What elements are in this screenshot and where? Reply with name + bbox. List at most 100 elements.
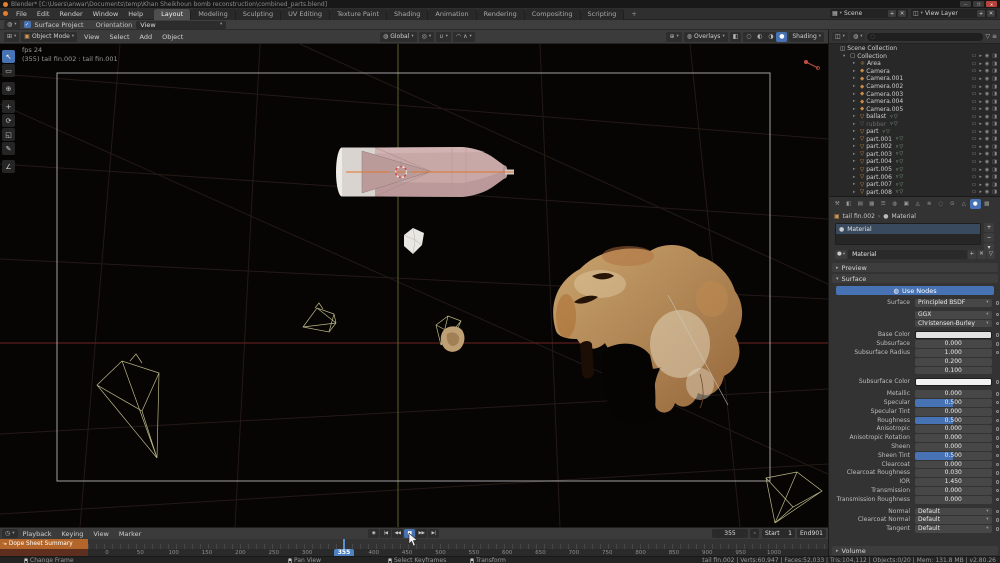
search-input[interactable]: ◌ — [867, 33, 983, 41]
selectable-icon[interactable]: ▸ — [979, 174, 982, 180]
properties-tab-material[interactable]: ● — [970, 199, 981, 209]
minimize-icon[interactable]: — — [960, 1, 971, 7]
hide-eye-icon[interactable]: ◉ — [985, 91, 989, 97]
workspace-tab-rendering[interactable]: Rendering — [477, 9, 525, 20]
remove-slot-button[interactable]: − — [984, 233, 994, 242]
orientation-dropdown[interactable]: View ▾ — [136, 21, 226, 29]
disclosure-icon[interactable]: ▸ — [853, 152, 858, 157]
render-visibility-icon[interactable]: ◨ — [992, 182, 997, 188]
keyframe-dot[interactable] — [996, 510, 1000, 514]
workspace-tab-layout[interactable]: Layout — [154, 9, 191, 20]
selectable-icon[interactable]: ▸ — [979, 136, 982, 142]
outliner-row-part-002[interactable]: ▸▽part.002▿▽▭▸◉◨ — [829, 143, 1000, 151]
add-view-layer-button[interactable]: + — [977, 10, 985, 17]
hide-eye-icon[interactable]: ◉ — [985, 84, 989, 90]
keyframe-dot[interactable] — [996, 454, 1000, 458]
render-visibility-icon[interactable]: ◨ — [992, 129, 997, 135]
camera-wireframe-2[interactable] — [97, 354, 159, 458]
hide-eye-icon[interactable]: ◉ — [985, 174, 989, 180]
selectable-icon[interactable]: ▸ — [979, 106, 982, 112]
material-shading-icon[interactable]: ◑ — [765, 32, 776, 42]
vector-field[interactable]: 1.000 — [915, 349, 992, 357]
keyframe-dot[interactable] — [996, 463, 1000, 467]
render-visibility-icon[interactable]: ◨ — [992, 106, 997, 112]
outliner-row-part-004[interactable]: ▸▽part.004▿▽▭▸◉◨ — [829, 158, 1000, 166]
keyframe-dot[interactable] — [996, 445, 1000, 449]
panel-surface[interactable]: ▾Surface — [832, 274, 998, 283]
properties-tab-view-layer[interactable]: ▦ — [867, 199, 878, 209]
restrict-viewport-icon[interactable]: ▭ — [972, 53, 977, 59]
wireframe-shading-icon[interactable]: ○ — [743, 32, 754, 42]
outliner-row-part-003[interactable]: ▸▽part.003▿▽▭▸◉◨ — [829, 151, 1000, 159]
outliner-row-camera-002[interactable]: ▸◆Camera.002▭▸◉◨ — [829, 83, 1000, 91]
selectable-icon[interactable]: ▸ — [979, 189, 982, 195]
menu-render[interactable]: Render — [54, 10, 87, 18]
selectable-icon[interactable]: ▸ — [979, 99, 982, 105]
tool-select-box-button[interactable]: ▭ — [2, 64, 15, 77]
disclosure-icon[interactable]: ▸ — [853, 76, 858, 81]
selectable-icon[interactable]: ▸ — [979, 84, 982, 90]
menu-edit[interactable]: Edit — [32, 10, 55, 18]
outliner-options-icon[interactable]: ≡ — [992, 33, 997, 40]
keyframe-dot[interactable] — [996, 436, 1000, 440]
color-swatch[interactable] — [915, 331, 992, 339]
keyframe-dot[interactable] — [996, 342, 1000, 346]
dropdown-field[interactable]: Principled BSDF▾ — [915, 299, 992, 307]
disclosure-icon[interactable]: ▸ — [853, 182, 858, 187]
render-visibility-icon[interactable]: ◨ — [992, 144, 997, 150]
hide-eye-icon[interactable]: ◉ — [985, 76, 989, 82]
breadcrumb-material[interactable]: Material — [892, 213, 916, 220]
render-visibility-icon[interactable]: ◨ — [992, 91, 997, 97]
workspace-add-button[interactable]: + — [624, 9, 643, 20]
restrict-viewport-icon[interactable]: ▭ — [972, 151, 977, 157]
close-icon[interactable]: ✕ — [986, 1, 997, 7]
hide-eye-icon[interactable]: ◉ — [985, 106, 989, 112]
mode-dropdown[interactable]: ▣ Object Mode▾ — [21, 32, 77, 42]
outliner-row-camera-003[interactable]: ▸◆Camera.003▭▸◉◨ — [829, 90, 1000, 98]
outliner-display-mode-icon[interactable]: ◍▾ — [850, 32, 866, 41]
viewport-menu-view[interactable]: View — [79, 33, 104, 41]
vector-field[interactable]: 0.100 — [915, 367, 992, 375]
color-swatch[interactable] — [915, 378, 992, 386]
dropdown-field[interactable]: GGX▾ — [915, 311, 992, 319]
keyframe-dot[interactable] — [996, 401, 1000, 405]
workspace-tab-shading[interactable]: Shading — [387, 9, 428, 20]
render-visibility-icon[interactable]: ◨ — [992, 121, 997, 127]
selectable-icon[interactable]: ▸ — [979, 167, 982, 173]
viewport-menu-add[interactable]: Add — [135, 33, 158, 41]
slider-field[interactable]: 0.500 — [915, 417, 992, 425]
tool-scale-button[interactable]: ◱ — [2, 128, 15, 141]
tail-fin-fragment-model[interactable] — [553, 245, 742, 425]
properties-tab-render[interactable]: ◧ — [844, 199, 855, 209]
render-visibility-icon[interactable]: ◨ — [992, 68, 997, 74]
restrict-viewport-icon[interactable]: ▭ — [972, 61, 977, 67]
number-field[interactable]: 0.030 — [915, 469, 992, 477]
hide-eye-icon[interactable]: ◉ — [985, 182, 989, 188]
properties-tab-texture[interactable]: ▩ — [982, 199, 993, 209]
dropdown-field[interactable]: Default▾ — [915, 508, 992, 516]
restrict-viewport-icon[interactable]: ▭ — [972, 106, 977, 112]
viewport-canvas[interactable] — [0, 44, 828, 527]
hide-eye-icon[interactable]: ◉ — [985, 129, 989, 135]
current-frame-field[interactable]: 355 — [712, 529, 748, 538]
keyframe-dot[interactable] — [996, 351, 1000, 355]
jump-to-end-button[interactable]: ▶| — [428, 529, 439, 538]
rendered-shading-icon[interactable]: ● — [776, 32, 787, 42]
hide-eye-icon[interactable]: ◉ — [985, 189, 989, 195]
selectable-icon[interactable]: ▸ — [979, 144, 982, 150]
properties-tab-object-data[interactable]: △ — [959, 199, 970, 209]
material-slot-row[interactable]: ● Material — [836, 224, 980, 234]
material-slot-list[interactable]: ● Material — [835, 223, 981, 245]
restrict-viewport-icon[interactable]: ▭ — [972, 99, 977, 105]
outliner-row-camera-001[interactable]: ▸◆Camera.001▭▸◉◨ — [829, 75, 1000, 83]
dope-sheet-summary-channel[interactable]: ◦▸ Dope Sheet Summary — [0, 539, 88, 549]
disclosure-icon[interactable]: ▸ — [853, 61, 858, 66]
editor-type-icon[interactable]: ⊞▾ — [4, 32, 19, 42]
keying-lock-icon[interactable]: ◦ — [750, 529, 759, 538]
material-name-field[interactable]: Material — [848, 250, 966, 259]
restrict-viewport-icon[interactable]: ▭ — [972, 84, 977, 90]
hide-eye-icon[interactable]: ◉ — [985, 136, 989, 142]
keyframe-dot[interactable] — [996, 380, 1000, 384]
keyframe-dot[interactable] — [996, 489, 1000, 493]
selectable-icon[interactable]: ▸ — [979, 121, 982, 127]
